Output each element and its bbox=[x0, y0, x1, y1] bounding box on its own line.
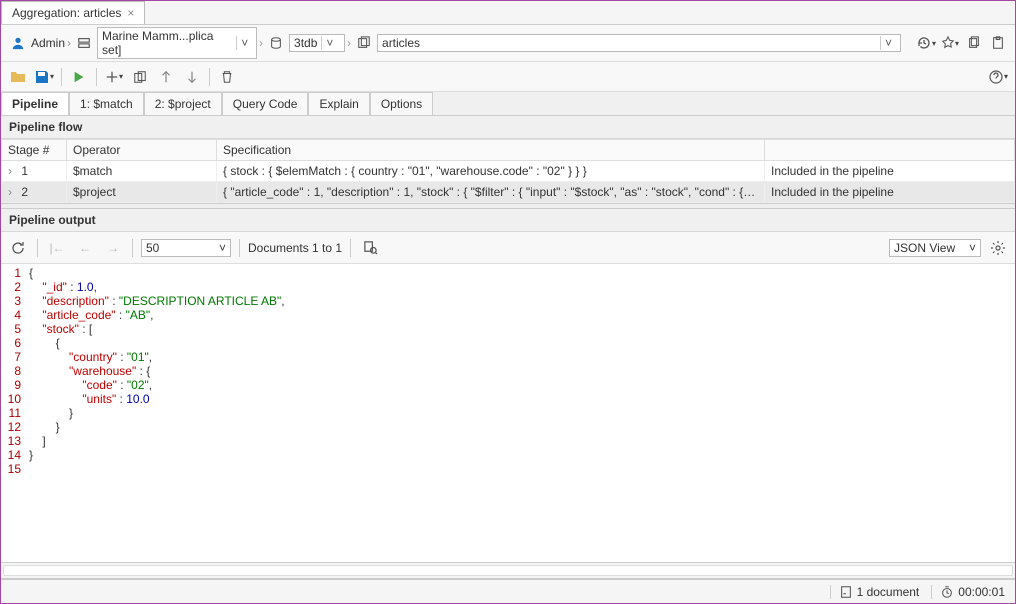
editor-tab-aggregation[interactable]: Aggregation: articles × bbox=[1, 1, 145, 24]
user-icon bbox=[7, 32, 29, 54]
chevron-down-icon: ˅ bbox=[236, 36, 252, 50]
output-toolbar: |← ← → 50 ˅ Documents 1 to 1 JSON View ˅ bbox=[1, 232, 1015, 264]
doc-count: 1 document bbox=[830, 585, 920, 599]
find-icon[interactable] bbox=[359, 237, 381, 259]
pipeline-flow-header: Pipeline flow bbox=[1, 116, 1015, 139]
tab-title: Aggregation: articles bbox=[12, 6, 121, 20]
document-icon bbox=[839, 585, 853, 599]
view-mode-select[interactable]: JSON View ˅ bbox=[889, 239, 981, 257]
subtab-query-code[interactable]: Query Code bbox=[222, 92, 309, 115]
doc-range-label: Documents 1 to 1 bbox=[248, 241, 342, 255]
pipeline-output-header: Pipeline output bbox=[1, 209, 1015, 232]
view-mode-value: JSON View bbox=[894, 241, 955, 255]
doc-count-label: 1 document bbox=[857, 585, 920, 599]
subtab-pipeline[interactable]: Pipeline bbox=[1, 92, 69, 115]
chevron-down-icon: ˅ bbox=[880, 36, 896, 50]
exec-time-label: 00:00:01 bbox=[958, 585, 1005, 599]
clock-icon bbox=[940, 585, 954, 599]
collection-select[interactable]: articles ˅ bbox=[377, 34, 901, 52]
col-header[interactable]: Operator bbox=[67, 140, 217, 161]
copy-icon[interactable] bbox=[963, 32, 985, 54]
exec-time: 00:00:01 bbox=[931, 585, 1005, 599]
page-size-value: 50 bbox=[146, 241, 159, 255]
collection-icon bbox=[353, 32, 375, 54]
run-icon[interactable] bbox=[68, 66, 90, 88]
help-icon[interactable]: ▾ bbox=[987, 66, 1009, 88]
chevron-right-icon[interactable]: › bbox=[8, 185, 18, 199]
database-select[interactable]: 3tdb ˅ bbox=[289, 34, 345, 52]
status-bar: 1 document 00:00:01 bbox=[1, 579, 1015, 603]
history-icon[interactable]: ▾ bbox=[915, 32, 937, 54]
next-page-icon[interactable]: → bbox=[102, 237, 124, 259]
col-header[interactable]: Specification bbox=[217, 140, 765, 161]
server-icon bbox=[73, 32, 95, 54]
save-icon[interactable]: ▾ bbox=[33, 66, 55, 88]
refresh-icon[interactable] bbox=[7, 237, 29, 259]
paste-icon[interactable] bbox=[987, 32, 1009, 54]
database-icon bbox=[265, 32, 287, 54]
chevron-right-icon: › bbox=[259, 36, 263, 50]
star-icon[interactable]: ▾ bbox=[939, 32, 961, 54]
chevron-down-icon: ˅ bbox=[321, 36, 337, 50]
col-header[interactable]: Stage # bbox=[2, 140, 67, 161]
settings-icon[interactable] bbox=[987, 237, 1009, 259]
breadcrumb: Admin › Marine Mamm...plica set] ˅ › 3td… bbox=[1, 25, 1015, 62]
editor-tabs: Aggregation: articles × bbox=[1, 1, 1015, 25]
server-value: Marine Mamm...plica set] bbox=[102, 29, 232, 57]
add-stage-icon[interactable]: ▾ bbox=[103, 66, 125, 88]
chevron-right-icon: › bbox=[347, 36, 351, 50]
chevron-right-icon[interactable]: › bbox=[8, 164, 18, 178]
toolbar: ▾ ▾ ▾ bbox=[1, 62, 1015, 92]
chevron-down-icon: ˅ bbox=[219, 241, 226, 255]
subtabs: Pipeline1: $match2: $projectQuery CodeEx… bbox=[1, 92, 1015, 116]
subtab-explain[interactable]: Explain bbox=[308, 92, 369, 115]
chevron-right-icon: › bbox=[67, 36, 71, 50]
subtab-options[interactable]: Options bbox=[370, 92, 433, 115]
page-size-select[interactable]: 50 ˅ bbox=[141, 239, 231, 257]
duplicate-icon[interactable] bbox=[129, 66, 151, 88]
database-value: 3tdb bbox=[294, 36, 317, 50]
pipeline-flow-table: Stage #OperatorSpecification › 1$match{ … bbox=[1, 139, 1015, 203]
open-icon[interactable] bbox=[7, 66, 29, 88]
table-row[interactable]: › 2$project{ "article_code" : 1, "descri… bbox=[2, 182, 1015, 203]
move-up-icon[interactable] bbox=[155, 66, 177, 88]
move-down-icon[interactable] bbox=[181, 66, 203, 88]
subtab-2-project[interactable]: 2: $project bbox=[144, 92, 222, 115]
subtab-1-match[interactable]: 1: $match bbox=[69, 92, 144, 115]
col-header[interactable] bbox=[765, 140, 1015, 161]
hscroll[interactable] bbox=[3, 565, 1013, 576]
delete-icon[interactable] bbox=[216, 66, 238, 88]
chevron-down-icon: ˅ bbox=[969, 241, 976, 255]
json-output[interactable]: 1{2 "_id" : 1.0,3 "description" : "DESCR… bbox=[1, 264, 1015, 563]
close-icon[interactable]: × bbox=[127, 6, 134, 20]
server-select[interactable]: Marine Mamm...plica set] ˅ bbox=[97, 27, 257, 59]
collection-value: articles bbox=[382, 36, 876, 50]
prev-page-icon[interactable]: ← bbox=[74, 237, 96, 259]
first-page-icon[interactable]: |← bbox=[46, 237, 68, 259]
user-label: Admin bbox=[31, 36, 65, 50]
table-row[interactable]: › 1$match{ stock : { $elemMatch : { coun… bbox=[2, 161, 1015, 182]
